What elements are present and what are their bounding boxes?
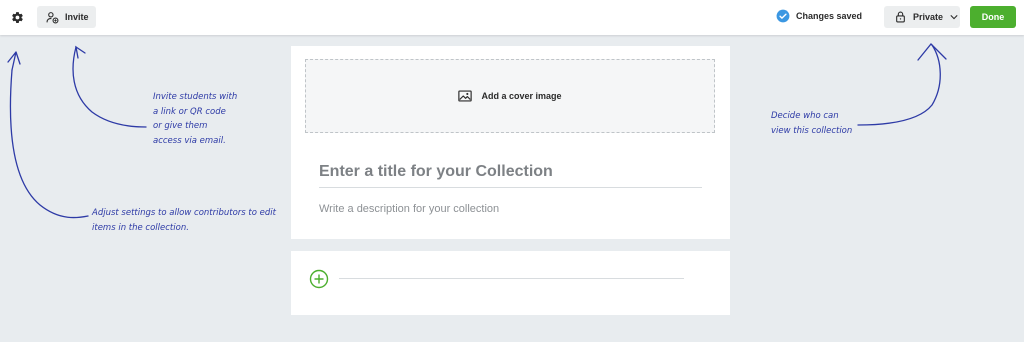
invite-annotation-line: Invite students with [153,92,238,102]
settings-annotation: Adjust settings to allow contributors to… [92,206,276,235]
invite-arrow [72,45,147,128]
annotation-arrows [7,43,947,219]
settings-arrow [7,51,89,219]
invite-annotation-line: access via email. [153,135,226,146]
invite-annotation-line: or give them [153,121,208,131]
privacy-annotation-line: Decide who can [771,111,839,121]
privacy-arrow [857,43,947,126]
invite-annotation: Invite students with a link or QR code o… [153,90,237,148]
invite-annotation-line: a link or QR code [153,106,226,117]
privacy-annotation-line: view this collection [771,125,853,136]
settings-annotation-line: items in the collection. [92,222,189,233]
settings-annotation-line: Adjust settings to allow contributors to… [92,208,276,218]
privacy-annotation: Decide who can view this collection [771,109,852,138]
